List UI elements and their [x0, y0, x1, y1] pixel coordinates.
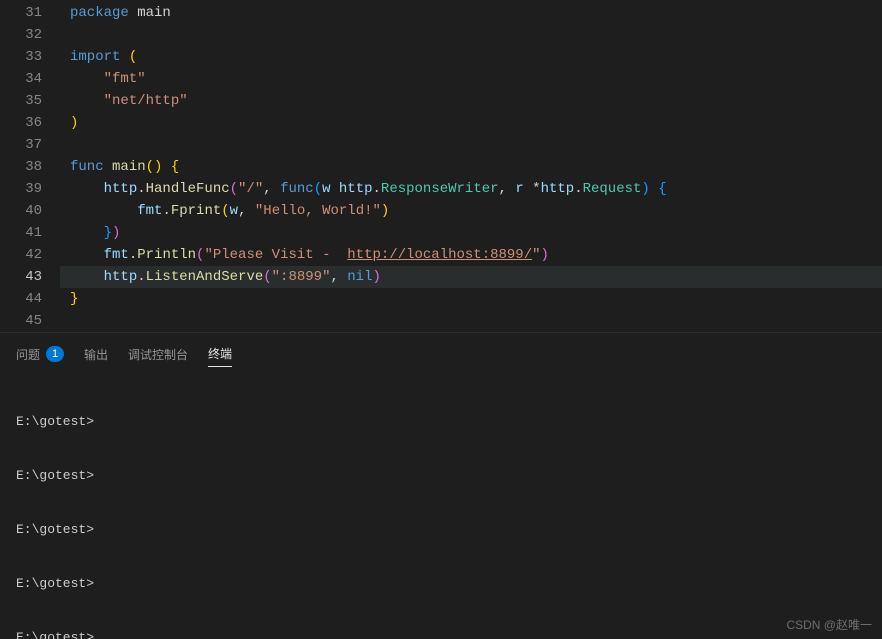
code-line[interactable] [60, 24, 882, 46]
line-number: 41 [0, 222, 60, 244]
code-line[interactable]: "net/http" [60, 90, 882, 112]
tab-problems[interactable]: 问题 1 [16, 342, 64, 367]
code-line[interactable]: fmt.Println("Please Visit - http://local… [60, 244, 882, 266]
code-line[interactable]: } [60, 288, 882, 310]
code-line[interactable] [60, 310, 882, 332]
terminal-line: E:\gotest> [16, 467, 866, 485]
problems-badge: 1 [46, 346, 64, 362]
code-line[interactable]: http.HandleFunc("/", func(w http.Respons… [60, 178, 882, 200]
code-line[interactable]: import ( [60, 46, 882, 68]
line-number: 31 [0, 2, 60, 24]
terminal-line: E:\gotest> [16, 629, 866, 639]
line-number: 45 [0, 310, 60, 332]
terminal-panel[interactable]: E:\gotest> E:\gotest> E:\gotest> E:\gote… [0, 371, 882, 639]
line-number: 37 [0, 134, 60, 156]
line-number: 40 [0, 200, 60, 222]
code-line[interactable]: "fmt" [60, 68, 882, 90]
terminal-line: E:\gotest> [16, 521, 866, 539]
line-number: 36 [0, 112, 60, 134]
code-line[interactable]: http.ListenAndServe(":8899", nil) [60, 266, 882, 288]
line-number-gutter: 31 32 33 34 35 36 37 38 39 40 41 42 43 4… [0, 0, 60, 332]
tab-terminal[interactable]: 终端 [208, 341, 232, 367]
line-number: 38 [0, 156, 60, 178]
terminal-line: E:\gotest> [16, 575, 866, 593]
code-content[interactable]: package main import ( "fmt" "net/http" )… [60, 0, 882, 332]
tab-debug-console[interactable]: 调试控制台 [128, 342, 188, 367]
line-number: 39 [0, 178, 60, 200]
code-editor[interactable]: 31 32 33 34 35 36 37 38 39 40 41 42 43 4… [0, 0, 882, 332]
line-number: 42 [0, 244, 60, 266]
code-line[interactable]: package main [60, 2, 882, 24]
watermark: CSDN @赵唯一 [786, 616, 872, 633]
line-number: 33 [0, 46, 60, 68]
tab-output[interactable]: 输出 [84, 342, 108, 367]
code-line[interactable]: }) [60, 222, 882, 244]
terminal-line: E:\gotest> [16, 413, 866, 431]
line-number: 43 [0, 266, 60, 288]
code-line[interactable]: fmt.Fprint(w, "Hello, World!") [60, 200, 882, 222]
code-line[interactable]: func main() { [60, 156, 882, 178]
line-number: 32 [0, 24, 60, 46]
tab-label: 问题 [16, 346, 40, 363]
line-number: 35 [0, 90, 60, 112]
line-number: 44 [0, 288, 60, 310]
code-line[interactable] [60, 134, 882, 156]
panel-tabs: 问题 1 输出 调试控制台 终端 [0, 332, 882, 371]
code-line[interactable]: ) [60, 112, 882, 134]
line-number: 34 [0, 68, 60, 90]
